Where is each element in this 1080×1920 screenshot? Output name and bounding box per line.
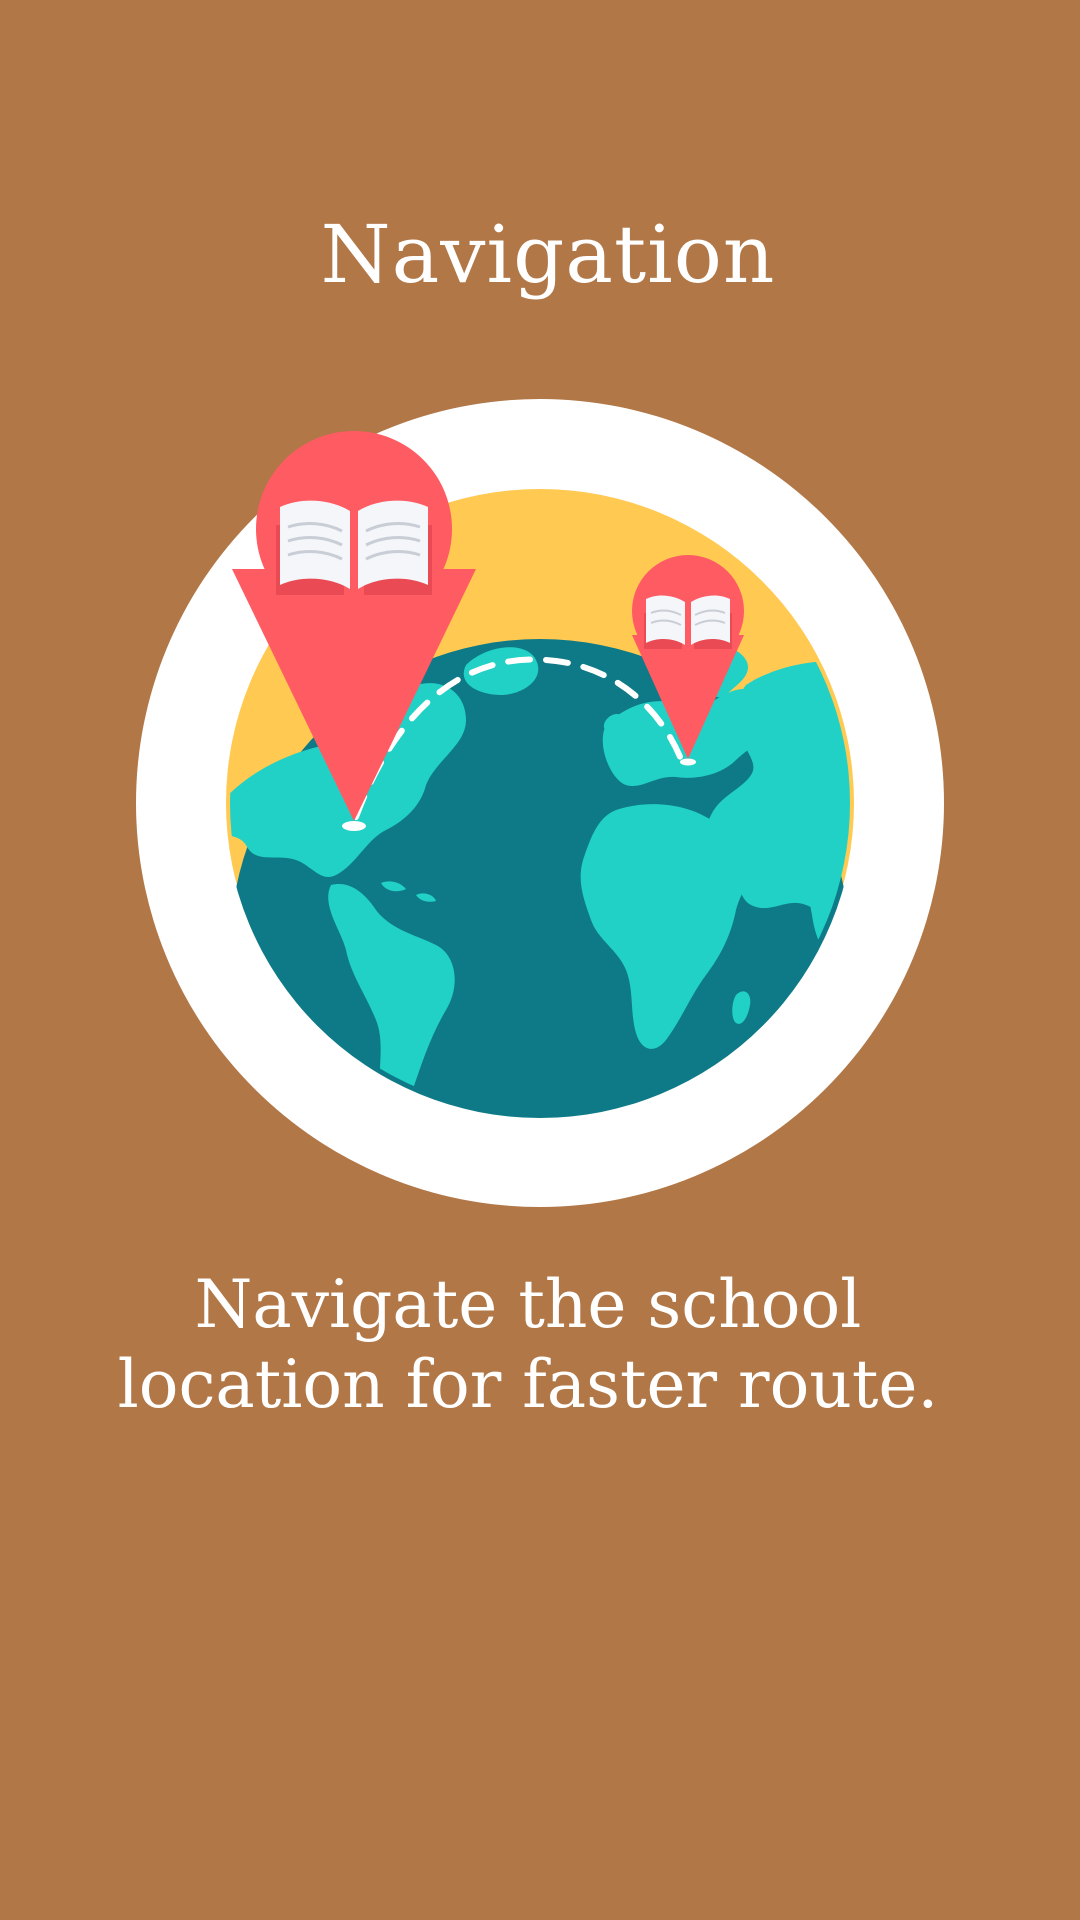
page-description: Navigate the school location for faster … bbox=[117, 1266, 939, 1423]
page-title: Navigation bbox=[320, 208, 776, 301]
navigation-illustration bbox=[136, 399, 944, 1207]
onboarding-screen: Navigation Navigate the school location … bbox=[0, 0, 1080, 1920]
globe-route-illustration bbox=[136, 399, 944, 1207]
